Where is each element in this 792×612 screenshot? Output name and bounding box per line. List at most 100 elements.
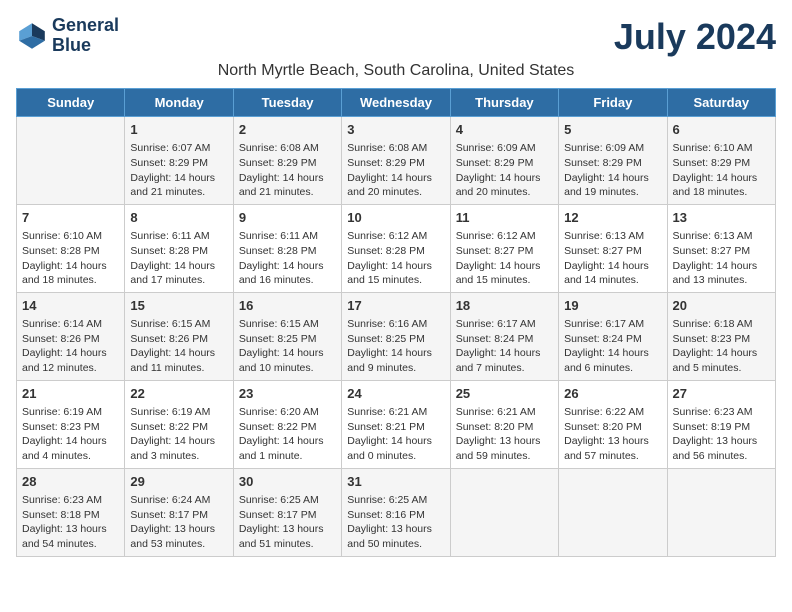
day-info: Sunrise: 6:23 AMSunset: 8:19 PMDaylight:…	[673, 405, 770, 464]
day-number: 23	[239, 385, 336, 403]
day-info: Sunrise: 6:13 AMSunset: 8:27 PMDaylight:…	[564, 229, 661, 288]
day-number: 19	[564, 297, 661, 315]
day-info: Sunrise: 6:09 AMSunset: 8:29 PMDaylight:…	[564, 141, 661, 200]
day-number: 12	[564, 209, 661, 227]
day-info: Sunrise: 6:12 AMSunset: 8:27 PMDaylight:…	[456, 229, 553, 288]
calendar-cell: 21 Sunrise: 6:19 AMSunset: 8:23 PMDayligh…	[17, 380, 125, 468]
day-number: 10	[347, 209, 444, 227]
calendar-cell: 26Sunrise: 6:22 AMSunset: 8:20 PMDayligh…	[559, 380, 667, 468]
header-friday: Friday	[559, 89, 667, 117]
day-info: Sunrise: 6:25 AMSunset: 8:16 PMDaylight:…	[347, 493, 444, 552]
day-number: 29	[130, 473, 227, 491]
day-info: Sunrise: 6:21 AMSunset: 8:20 PMDaylight:…	[456, 405, 553, 464]
day-info: Sunrise: 6:19 AMSunset: 8:22 PMDaylight:…	[130, 405, 227, 464]
calendar-cell: 17Sunrise: 6:16 AMSunset: 8:25 PMDayligh…	[342, 292, 450, 380]
day-info: Sunrise: 6:11 AMSunset: 8:28 PMDaylight:…	[239, 229, 336, 288]
day-info: Sunrise: 6:11 AMSunset: 8:28 PMDaylight:…	[130, 229, 227, 288]
day-info: Sunrise: 6:17 AMSunset: 8:24 PMDaylight:…	[456, 317, 553, 376]
calendar-cell: 3 Sunrise: 6:08 AMSunset: 8:29 PMDaylight…	[342, 117, 450, 205]
calendar-cell: 12 Sunrise: 6:13 AMSunset: 8:27 PMDayligh…	[559, 204, 667, 292]
day-info: Sunrise: 6:10 AMSunset: 8:29 PMDaylight:…	[673, 141, 770, 200]
calendar-cell: 6 Sunrise: 6:10 AMSunset: 8:29 PMDaylight…	[667, 117, 775, 205]
calendar-cell: 29 Sunrise: 6:24 AMSunset: 8:17 PMDayligh…	[125, 468, 233, 556]
day-info: Sunrise: 6:23 AMSunset: 8:18 PMDaylight:…	[22, 493, 119, 552]
calendar-cell	[559, 468, 667, 556]
day-number: 17	[347, 297, 444, 315]
logo-icon	[16, 20, 48, 52]
day-number: 8	[130, 209, 227, 227]
subtitle: North Myrtle Beach, South Carolina, Unit…	[16, 62, 776, 80]
day-info: Sunrise: 6:25 AMSunset: 8:17 PMDaylight:…	[239, 493, 336, 552]
calendar-cell: 25 Sunrise: 6:21 AMSunset: 8:20 PMDayligh…	[450, 380, 558, 468]
calendar-cell: 14Sunrise: 6:14 AMSunset: 8:26 PMDayligh…	[17, 292, 125, 380]
day-info: Sunrise: 6:17 AMSunset: 8:24 PMDaylight:…	[564, 317, 661, 376]
day-number: 11	[456, 209, 553, 227]
day-info: Sunrise: 6:08 AMSunset: 8:29 PMDaylight:…	[347, 141, 444, 200]
day-info: Sunrise: 6:19 AMSunset: 8:23 PMDaylight:…	[22, 405, 119, 464]
day-number: 27	[673, 385, 770, 403]
calendar-cell	[667, 468, 775, 556]
day-number: 15	[130, 297, 227, 315]
day-info: Sunrise: 6:20 AMSunset: 8:22 PMDaylight:…	[239, 405, 336, 464]
day-info: Sunrise: 6:12 AMSunset: 8:28 PMDaylight:…	[347, 229, 444, 288]
day-info: Sunrise: 6:24 AMSunset: 8:17 PMDaylight:…	[130, 493, 227, 552]
calendar-cell: 31 Sunrise: 6:25 AMSunset: 8:16 PMDayligh…	[342, 468, 450, 556]
day-number: 13	[673, 209, 770, 227]
day-number: 3	[347, 121, 444, 139]
calendar-cell: 16Sunrise: 6:15 AMSunset: 8:25 PMDayligh…	[233, 292, 341, 380]
header-wednesday: Wednesday	[342, 89, 450, 117]
calendar-cell: 27 Sunrise: 6:23 AMSunset: 8:19 PMDayligh…	[667, 380, 775, 468]
calendar-cell	[17, 117, 125, 205]
day-number: 28	[22, 473, 119, 491]
day-number: 21	[22, 385, 119, 403]
calendar-cell: 7 Sunrise: 6:10 AMSunset: 8:28 PMDaylight…	[17, 204, 125, 292]
day-number: 4	[456, 121, 553, 139]
calendar-week-1: 1 Sunrise: 6:07 AMSunset: 8:29 PMDaylight…	[17, 117, 776, 205]
header-saturday: Saturday	[667, 89, 775, 117]
day-number: 31	[347, 473, 444, 491]
day-number: 30	[239, 473, 336, 491]
calendar-cell: 11 Sunrise: 6:12 AMSunset: 8:27 PMDayligh…	[450, 204, 558, 292]
day-number: 7	[22, 209, 119, 227]
calendar-cell: 4Sunrise: 6:09 AMSunset: 8:29 PMDaylight…	[450, 117, 558, 205]
calendar-week-3: 14Sunrise: 6:14 AMSunset: 8:26 PMDayligh…	[17, 292, 776, 380]
header-sunday: Sunday	[17, 89, 125, 117]
calendar-cell: 5 Sunrise: 6:09 AMSunset: 8:29 PMDaylight…	[559, 117, 667, 205]
calendar-cell: 19 Sunrise: 6:17 AMSunset: 8:24 PMDayligh…	[559, 292, 667, 380]
day-info: Sunrise: 6:13 AMSunset: 8:27 PMDaylight:…	[673, 229, 770, 288]
calendar-cell: 13 Sunrise: 6:13 AMSunset: 8:27 PMDayligh…	[667, 204, 775, 292]
day-info: Sunrise: 6:15 AMSunset: 8:25 PMDaylight:…	[239, 317, 336, 376]
day-info: Sunrise: 6:15 AMSunset: 8:26 PMDaylight:…	[130, 317, 227, 376]
day-info: Sunrise: 6:18 AMSunset: 8:23 PMDaylight:…	[673, 317, 770, 376]
day-number: 24	[347, 385, 444, 403]
header-tuesday: Tuesday	[233, 89, 341, 117]
day-info: Sunrise: 6:07 AMSunset: 8:29 PMDaylight:…	[130, 141, 227, 200]
day-number: 9	[239, 209, 336, 227]
day-number: 25	[456, 385, 553, 403]
calendar-cell: 9 Sunrise: 6:11 AMSunset: 8:28 PMDaylight…	[233, 204, 341, 292]
page-header: General Blue July 2024	[16, 16, 776, 58]
calendar-cell: 22Sunrise: 6:19 AMSunset: 8:22 PMDayligh…	[125, 380, 233, 468]
calendar-cell: 15 Sunrise: 6:15 AMSunset: 8:26 PMDayligh…	[125, 292, 233, 380]
calendar-table: SundayMondayTuesdayWednesdayThursdayFrid…	[16, 88, 776, 557]
day-info: Sunrise: 6:08 AMSunset: 8:29 PMDaylight:…	[239, 141, 336, 200]
day-info: Sunrise: 6:10 AMSunset: 8:28 PMDaylight:…	[22, 229, 119, 288]
calendar-week-2: 7 Sunrise: 6:10 AMSunset: 8:28 PMDaylight…	[17, 204, 776, 292]
day-number: 6	[673, 121, 770, 139]
calendar-cell: 1 Sunrise: 6:07 AMSunset: 8:29 PMDaylight…	[125, 117, 233, 205]
calendar-cell	[450, 468, 558, 556]
calendar-cell: 18 Sunrise: 6:17 AMSunset: 8:24 PMDayligh…	[450, 292, 558, 380]
calendar-cell: 8 Sunrise: 6:11 AMSunset: 8:28 PMDaylight…	[125, 204, 233, 292]
day-info: Sunrise: 6:22 AMSunset: 8:20 PMDaylight:…	[564, 405, 661, 464]
calendar-cell: 2 Sunrise: 6:08 AMSunset: 8:29 PMDaylight…	[233, 117, 341, 205]
day-number: 2	[239, 121, 336, 139]
day-info: Sunrise: 6:21 AMSunset: 8:21 PMDaylight:…	[347, 405, 444, 464]
header-thursday: Thursday	[450, 89, 558, 117]
day-number: 14	[22, 297, 119, 315]
calendar-week-5: 28 Sunrise: 6:23 AMSunset: 8:18 PMDayligh…	[17, 468, 776, 556]
day-number: 18	[456, 297, 553, 315]
calendar-header-row: SundayMondayTuesdayWednesdayThursdayFrid…	[17, 89, 776, 117]
day-number: 1	[130, 121, 227, 139]
day-number: 5	[564, 121, 661, 139]
calendar-cell: 24 Sunrise: 6:21 AMSunset: 8:21 PMDayligh…	[342, 380, 450, 468]
